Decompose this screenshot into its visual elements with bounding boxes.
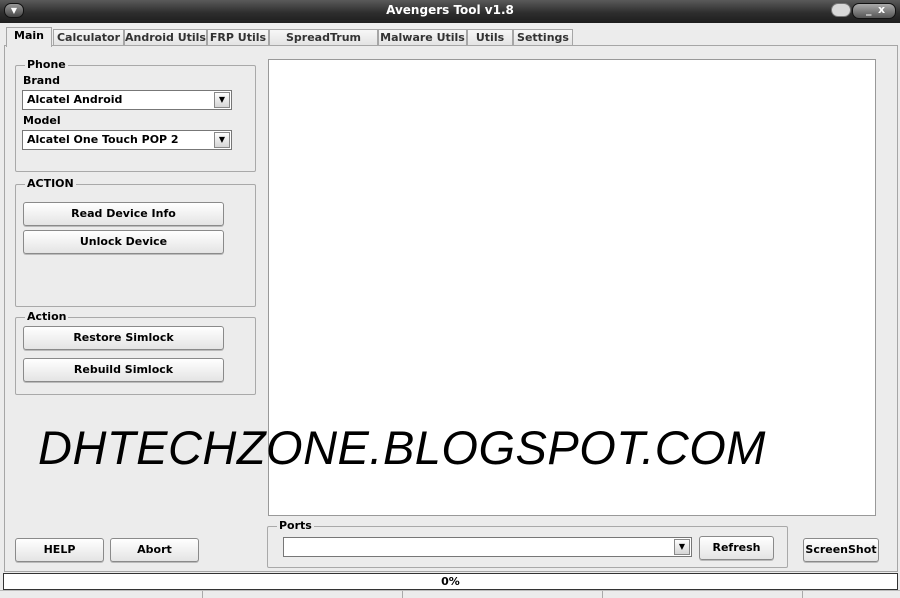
window-title: Avengers Tool v1.8 <box>386 3 514 17</box>
chevron-down-icon[interactable]: ▼ <box>214 132 230 148</box>
ring-icon <box>831 3 851 17</box>
model-label: Model <box>23 114 61 127</box>
window-controls: _ x <box>831 3 896 19</box>
chevron-down-icon[interactable]: ▼ <box>674 539 690 555</box>
unlock-device-button[interactable]: Unlock Device <box>23 230 224 254</box>
watermark-text: DHTECHZONE.BLOGSPOT.COM <box>38 421 766 474</box>
rebuild-simlock-button[interactable]: Rebuild Simlock <box>23 358 224 382</box>
brand-label: Brand <box>23 74 60 87</box>
simlock-action-group-label: Action <box>25 310 69 323</box>
tab-settings[interactable]: Settings <box>513 29 573 46</box>
tab-utils[interactable]: Utils <box>467 29 513 46</box>
chevron-down-icon[interactable]: ▼ <box>214 92 230 108</box>
restore-simlock-button[interactable]: Restore Simlock <box>23 326 224 350</box>
phone-group-label: Phone <box>25 58 68 71</box>
tab-android-utils[interactable]: Android Utils <box>124 29 207 46</box>
tab-spreadtrum-diag[interactable]: SpreadTrum Diag <box>269 29 378 60</box>
tab-frp-utils[interactable]: FRP Utils <box>207 29 269 46</box>
tab-main[interactable]: Main <box>6 27 52 47</box>
abort-button[interactable]: Abort <box>110 538 199 562</box>
help-button[interactable]: HELP <box>15 538 104 562</box>
tab-malware-utils[interactable]: Malware Utils <box>378 29 467 46</box>
model-value: Alcatel One Touch POP 2 <box>27 133 179 146</box>
refresh-button[interactable]: Refresh <box>699 536 774 560</box>
model-select[interactable]: Alcatel One Touch POP 2 ▼ <box>22 130 232 150</box>
progress-bar: 0% <box>3 573 898 590</box>
minimize-icon[interactable]: _ <box>866 3 872 16</box>
tab-calculator[interactable]: Calculator <box>53 29 124 46</box>
progress-label: 0% <box>441 575 460 588</box>
screenshot-button[interactable]: ScreenShot <box>803 538 879 562</box>
title-bar: ▼ Avengers Tool v1.8 _ x <box>0 0 900 23</box>
close-icon[interactable]: x <box>878 3 885 16</box>
brand-value: Alcatel Android <box>27 93 123 106</box>
port-select[interactable]: ▼ <box>283 537 692 557</box>
action-group-label: ACTION <box>25 177 76 190</box>
ports-group-label: Ports <box>277 519 314 532</box>
read-device-info-button[interactable]: Read Device Info <box>23 202 224 226</box>
brand-select[interactable]: Alcatel Android ▼ <box>22 90 232 110</box>
